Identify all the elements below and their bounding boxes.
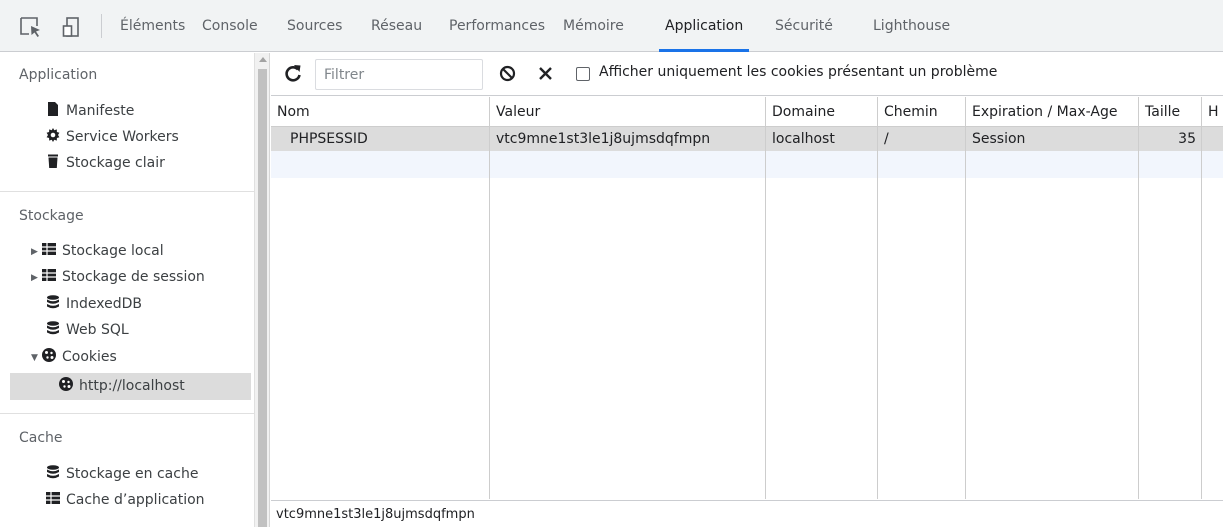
cell-domain[interactable]: localhost — [766, 127, 878, 151]
table-icon — [42, 243, 56, 255]
tab-elements[interactable]: Éléments — [120, 0, 185, 52]
sidebar-item-application-cache[interactable]: Cache d’application — [45, 487, 205, 513]
cell-path[interactable]: / — [878, 127, 966, 151]
section-divider — [0, 191, 254, 192]
column-divider — [766, 97, 878, 499]
column-divider — [878, 97, 966, 499]
tab-sources[interactable]: Sources — [287, 0, 342, 52]
sidebar-item-cache-storage[interactable]: Stockage en cache — [45, 461, 198, 487]
inspect-element-icon[interactable] — [19, 15, 43, 39]
scrollbar-thumb[interactable] — [258, 69, 267, 527]
expand-arrow-icon[interactable]: ▶ — [31, 239, 41, 265]
sidebar-item-indexeddb[interactable]: IndexedDB — [45, 291, 142, 317]
section-title-storage: Stockage — [19, 208, 84, 224]
sidebar-item-manifest[interactable]: Manifeste — [45, 98, 134, 124]
filter-input[interactable] — [315, 59, 483, 90]
scroll-up-arrow-icon[interactable] — [259, 57, 267, 62]
cell-name[interactable]: PHPSESSID — [271, 127, 490, 151]
cell-expires[interactable]: Session — [966, 127, 1139, 151]
database-icon — [47, 295, 59, 309]
tab-network[interactable]: Réseau — [371, 0, 422, 52]
table-icon — [46, 492, 60, 504]
sidebar-item-web-sql[interactable]: Web SQL — [45, 317, 129, 343]
cookie-value-preview: vtc9mne1st3le1j8ujmsdqfmpn — [271, 500, 1223, 527]
expand-arrow-icon[interactable]: ▶ — [31, 265, 41, 291]
sidebar-item-label: Stockage de session — [62, 269, 205, 285]
only-issues-checkbox[interactable] — [576, 67, 590, 81]
sidebar-item-label: Stockage local — [62, 243, 164, 259]
gear-icon — [46, 128, 60, 142]
cookies-table: Nom Valeur Domaine Chemin Expiration / M… — [271, 97, 1223, 499]
delete-selected-icon[interactable] — [537, 65, 554, 82]
sidebar-item-clear-storage[interactable]: Stockage clair — [45, 150, 165, 176]
toolbar-divider — [101, 14, 102, 38]
device-toolbar-icon[interactable] — [62, 15, 86, 39]
sidebar-scrollbar[interactable] — [255, 53, 270, 527]
tab-lighthouse[interactable]: Lighthouse — [873, 0, 950, 52]
only-issues-label[interactable]: Afficher uniquement les cookies présenta… — [599, 64, 997, 80]
cookie-icon — [59, 377, 73, 391]
trash-icon — [48, 154, 58, 168]
sidebar-item-session-storage[interactable]: ▶ Stockage de session — [31, 264, 205, 290]
cookies-toolbar: Afficher uniquement les cookies présenta… — [271, 53, 1223, 96]
section-title-application: Application — [19, 67, 98, 83]
clear-all-icon[interactable] — [499, 65, 516, 82]
refresh-icon[interactable] — [284, 64, 302, 84]
sidebar-item-cookie-localhost[interactable]: http://localhost — [58, 373, 185, 399]
sidebar-item-label: Stockage clair — [66, 155, 165, 171]
tab-memory[interactable]: Mémoire — [563, 0, 624, 52]
sidebar-item-label: Stockage en cache — [66, 466, 199, 482]
column-divider — [490, 97, 766, 499]
sidebar-item-local-storage[interactable]: ▶ Stockage local — [31, 238, 164, 264]
tab-application[interactable]: Application — [658, 0, 750, 52]
cell-value[interactable]: vtc9mne1st3le1j8ujmsdqfmpn — [490, 127, 766, 151]
tab-security[interactable]: Sécurité — [775, 0, 833, 52]
sidebar-item-label: http://localhost — [79, 378, 185, 394]
column-header-expires[interactable]: Expiration / Max-Age — [966, 97, 1139, 127]
column-divider — [1139, 97, 1202, 499]
sidebar-item-label: Cache d’application — [66, 492, 205, 508]
devtools-tab-bar: Éléments Console Sources Réseau Performa… — [0, 0, 1223, 52]
section-divider — [0, 413, 254, 414]
sidebar-item-label: Service Workers — [66, 129, 179, 145]
database-icon — [47, 465, 59, 479]
sidebar-item-label: Manifeste — [66, 103, 135, 119]
document-icon — [48, 102, 58, 116]
column-header-size[interactable]: Taille — [1139, 97, 1202, 127]
column-header-httponly[interactable]: H — [1202, 97, 1223, 127]
column-header-path[interactable]: Chemin — [878, 97, 966, 127]
sidebar-item-label: IndexedDB — [66, 296, 142, 312]
column-divider — [271, 97, 490, 499]
sidebar-item-service-workers[interactable]: Service Workers — [45, 124, 179, 150]
column-header-name[interactable]: Nom — [271, 97, 490, 127]
column-divider — [966, 97, 1139, 499]
collapse-arrow-icon[interactable]: ▼ — [31, 345, 41, 371]
cell-size[interactable]: 35 — [1139, 127, 1202, 151]
application-sidebar: Application Manifeste Service Workers St… — [0, 53, 255, 527]
table-icon — [42, 269, 56, 281]
column-header-domain[interactable]: Domaine — [766, 97, 878, 127]
cookie-icon — [42, 348, 56, 362]
preview-value: vtc9mne1st3le1j8ujmsdqfmpn — [276, 507, 475, 522]
section-title-cache: Cache — [19, 430, 63, 446]
column-header-value[interactable]: Valeur — [490, 97, 766, 127]
tab-console[interactable]: Console — [202, 0, 258, 52]
sidebar-item-label: Web SQL — [66, 322, 129, 338]
cell-httponly[interactable] — [1202, 127, 1223, 151]
database-icon — [47, 321, 59, 335]
sidebar-item-cookies[interactable]: ▼ Cookies — [31, 344, 117, 370]
tab-performance[interactable]: Performances — [449, 0, 545, 52]
sidebar-item-label: Cookies — [62, 349, 117, 365]
